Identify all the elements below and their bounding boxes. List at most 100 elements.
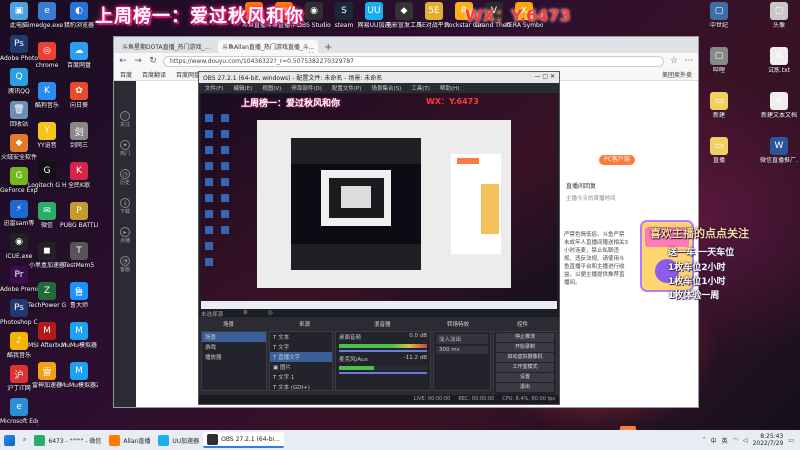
menu-docks[interactable]: 停靠部件(D) <box>291 84 322 92</box>
desktop-icon[interactable]: ◐ 猎豹浏览器 <box>60 2 98 29</box>
app-icon: ▭ <box>710 92 728 110</box>
sidebar-item-download[interactable]: ↓ 下载 <box>119 198 130 215</box>
desktop-icon-label: 中世纪 <box>709 22 728 29</box>
forward-icon[interactable]: → <box>133 56 143 66</box>
sidebar-item-vod[interactable]: ▸ 点播 <box>119 227 130 244</box>
menu-edit[interactable]: 编辑(E) <box>233 84 252 92</box>
star-icon[interactable]: ☆ <box>669 56 679 66</box>
ime-zh[interactable]: 中 <box>711 436 717 445</box>
studio-mode-button[interactable]: 工作室模式 <box>496 363 554 372</box>
app-icon: 🗑 <box>10 101 28 119</box>
notification-icon[interactable]: ▭ <box>788 437 794 444</box>
stop-streaming-button[interactable]: 停止推流 <box>496 333 554 342</box>
settings-button[interactable]: 设置 <box>496 373 554 382</box>
desktop-icon[interactable]: ▭ 直播 <box>700 137 738 164</box>
new-tab-icon[interactable]: + <box>318 42 338 53</box>
start-recording-button[interactable]: 开始录制 <box>496 343 554 352</box>
window-controls[interactable]: — ▢ ✕ <box>534 73 555 82</box>
transition-duration[interactable]: 300 ms <box>436 346 488 354</box>
desktop-icon[interactable]: ≡ 新建文本文档 <box>760 92 798 119</box>
app-icon: K <box>38 82 56 100</box>
menu-scene-collection[interactable]: 场景集合(S) <box>371 84 401 92</box>
sidebar-item-support[interactable]: ◔ 客服 <box>119 256 130 273</box>
source-item[interactable]: ▣ 图片 <box>270 362 332 372</box>
desktop-icon[interactable]: ▢ 头像 <box>760 2 798 29</box>
taskbar-item-wechat[interactable]: 6473 - """"" - 微信 <box>30 432 105 448</box>
obs-statusbar: LIVE: 00:00:00 REC: 00:00:00 CPU: 8.4%, … <box>199 395 559 404</box>
desktop-icon[interactable]: ▢ 中世纪 <box>700 2 738 29</box>
menu-help[interactable]: 帮助(H) <box>440 84 459 92</box>
source-item[interactable]: T 文本 <box>270 332 332 342</box>
sidebar-item-history[interactable]: ◷ 历史 <box>119 169 130 186</box>
image-icon: ▣ <box>273 365 280 371</box>
volume-meter <box>339 366 427 370</box>
taskbar-item-douyu[interactable]: Allan直播 <box>105 432 154 448</box>
menu-tools[interactable]: 工具(T) <box>411 84 430 92</box>
virtual-camera-button[interactable]: 启动虚拟摄像机 <box>496 353 554 362</box>
volume-slider[interactable] <box>339 350 427 352</box>
bookmark-2[interactable]: 百度翻译 <box>142 70 166 79</box>
wifi-icon[interactable]: ◠ <box>733 437 738 444</box>
desktop-icon[interactable]: 鲁鲁大师 <box>60 282 98 309</box>
bookmark-right[interactable]: 美团卖外卖 <box>662 70 692 79</box>
desktop-icon[interactable]: M MuMu模拟器 <box>60 322 98 349</box>
desktop-icon[interactable]: ▢ 哔哩 <box>700 47 738 74</box>
refresh-icon[interactable]: ↻ <box>148 56 158 66</box>
desktop-icon[interactable]: e Microsoft Edge <box>0 398 38 425</box>
overlay-line-2: 1枚车位2小时 <box>668 263 726 273</box>
app-icon: 鲁 <box>70 282 88 300</box>
transition-type[interactable]: 淡入淡出 <box>436 334 488 344</box>
desktop-icon[interactable]: T TestMem5 <box>60 242 98 269</box>
scene-item[interactable]: 播放器 <box>202 352 266 362</box>
menu-view[interactable]: 视图(V) <box>262 84 281 92</box>
volume-slider[interactable] <box>339 372 427 374</box>
pc-client-button[interactable]: PC客户端 <box>599 155 635 165</box>
menu-icon[interactable]: ⋯ <box>684 56 694 66</box>
speaker-icon[interactable]: ◁ <box>743 437 748 444</box>
desktop-icon-label: 直播 <box>712 157 725 164</box>
menu-file[interactable]: 文件(F) <box>205 84 223 92</box>
source-item[interactable]: T 文字 <box>270 342 332 352</box>
obs-preview[interactable]: 上周榜一：爱过秋风和你 WX：Y.6473 <box>201 94 557 309</box>
clock[interactable]: 8:25:43 2022/7/29 <box>753 433 784 447</box>
desktop-icon[interactable]: 剑剑网三 <box>60 122 98 149</box>
source-item[interactable]: T 文字 1 <box>270 372 332 382</box>
app-icon: ◼ <box>38 242 56 260</box>
chevron-up-icon[interactable]: ˄ <box>703 437 706 444</box>
browser-tab-1[interactable]: 斗鱼星期DOTA直播_热门游戏_... <box>118 40 218 53</box>
desktop-icon[interactable]: ✿ 向日葵 <box>60 82 98 109</box>
sidebar-item-hot[interactable]: ✦ 热门 <box>119 140 130 157</box>
desktop-icon[interactable]: ≡ 试炼.txt <box>760 47 798 74</box>
search-button[interactable]: ⌕ <box>19 432 30 448</box>
browser-tab-2[interactable]: 斗鱼Allan直播_热门游戏直播_斗...✕ <box>218 40 318 53</box>
source-item[interactable]: T 文本 (GDI+) <box>270 382 332 392</box>
desktop-icon[interactable]: ☁ 百度网盘 <box>60 42 98 69</box>
desktop-icon[interactable]: M MuMu模拟器2 <box>60 362 98 389</box>
dock-title-transitions: 转场特效 <box>447 322 470 328</box>
desktop-icon[interactable]: ▭ 新建 <box>700 92 738 119</box>
desktop-icon[interactable]: W 微信直播推广.docx <box>760 137 798 164</box>
source-item[interactable]: T 直播文字 <box>270 352 332 362</box>
close-icon[interactable]: ✕ <box>308 51 314 53</box>
taskbar-item-obs[interactable]: OBS 27.2.1 (64-bi... <box>203 432 284 448</box>
bookmark-1[interactable]: 百度 <box>120 70 132 79</box>
sidebar-item-follow[interactable]: ♡ 关注 <box>119 111 130 128</box>
back-icon[interactable]: ← <box>118 56 128 66</box>
exit-button[interactable]: 退出 <box>496 383 554 392</box>
scene-item[interactable]: 游戏 <box>202 342 266 352</box>
bookmark-3[interactable]: 百度网盘 <box>176 70 200 79</box>
start-button[interactable] <box>0 432 19 448</box>
url-field[interactable]: https://www.douyu.com/10436322?_r=0.5075… <box>163 55 664 67</box>
mixer-channel: 麦克风/Aux -11.2 dB <box>339 355 427 363</box>
desktop-icon-label: 酷狗音乐 <box>34 102 59 109</box>
fire-icon: ✦ <box>119 140 130 150</box>
menu-profile[interactable]: 配置文件(P) <box>332 84 362 92</box>
desktop-icon[interactable]: P PUBG BATTLEGR... <box>60 202 98 229</box>
taskbar-item-uu[interactable]: UU加速器 <box>154 432 203 448</box>
ime-en[interactable]: 英 <box>722 436 728 445</box>
app-icon: K <box>70 162 88 180</box>
desktop-icon-label: 全民K歌 <box>68 182 90 189</box>
scene-item[interactable]: 场景 <box>202 332 266 342</box>
desktop-icon[interactable]: K 全民K歌 <box>60 162 98 189</box>
dock-title-mixer: 混音器 <box>374 322 391 328</box>
